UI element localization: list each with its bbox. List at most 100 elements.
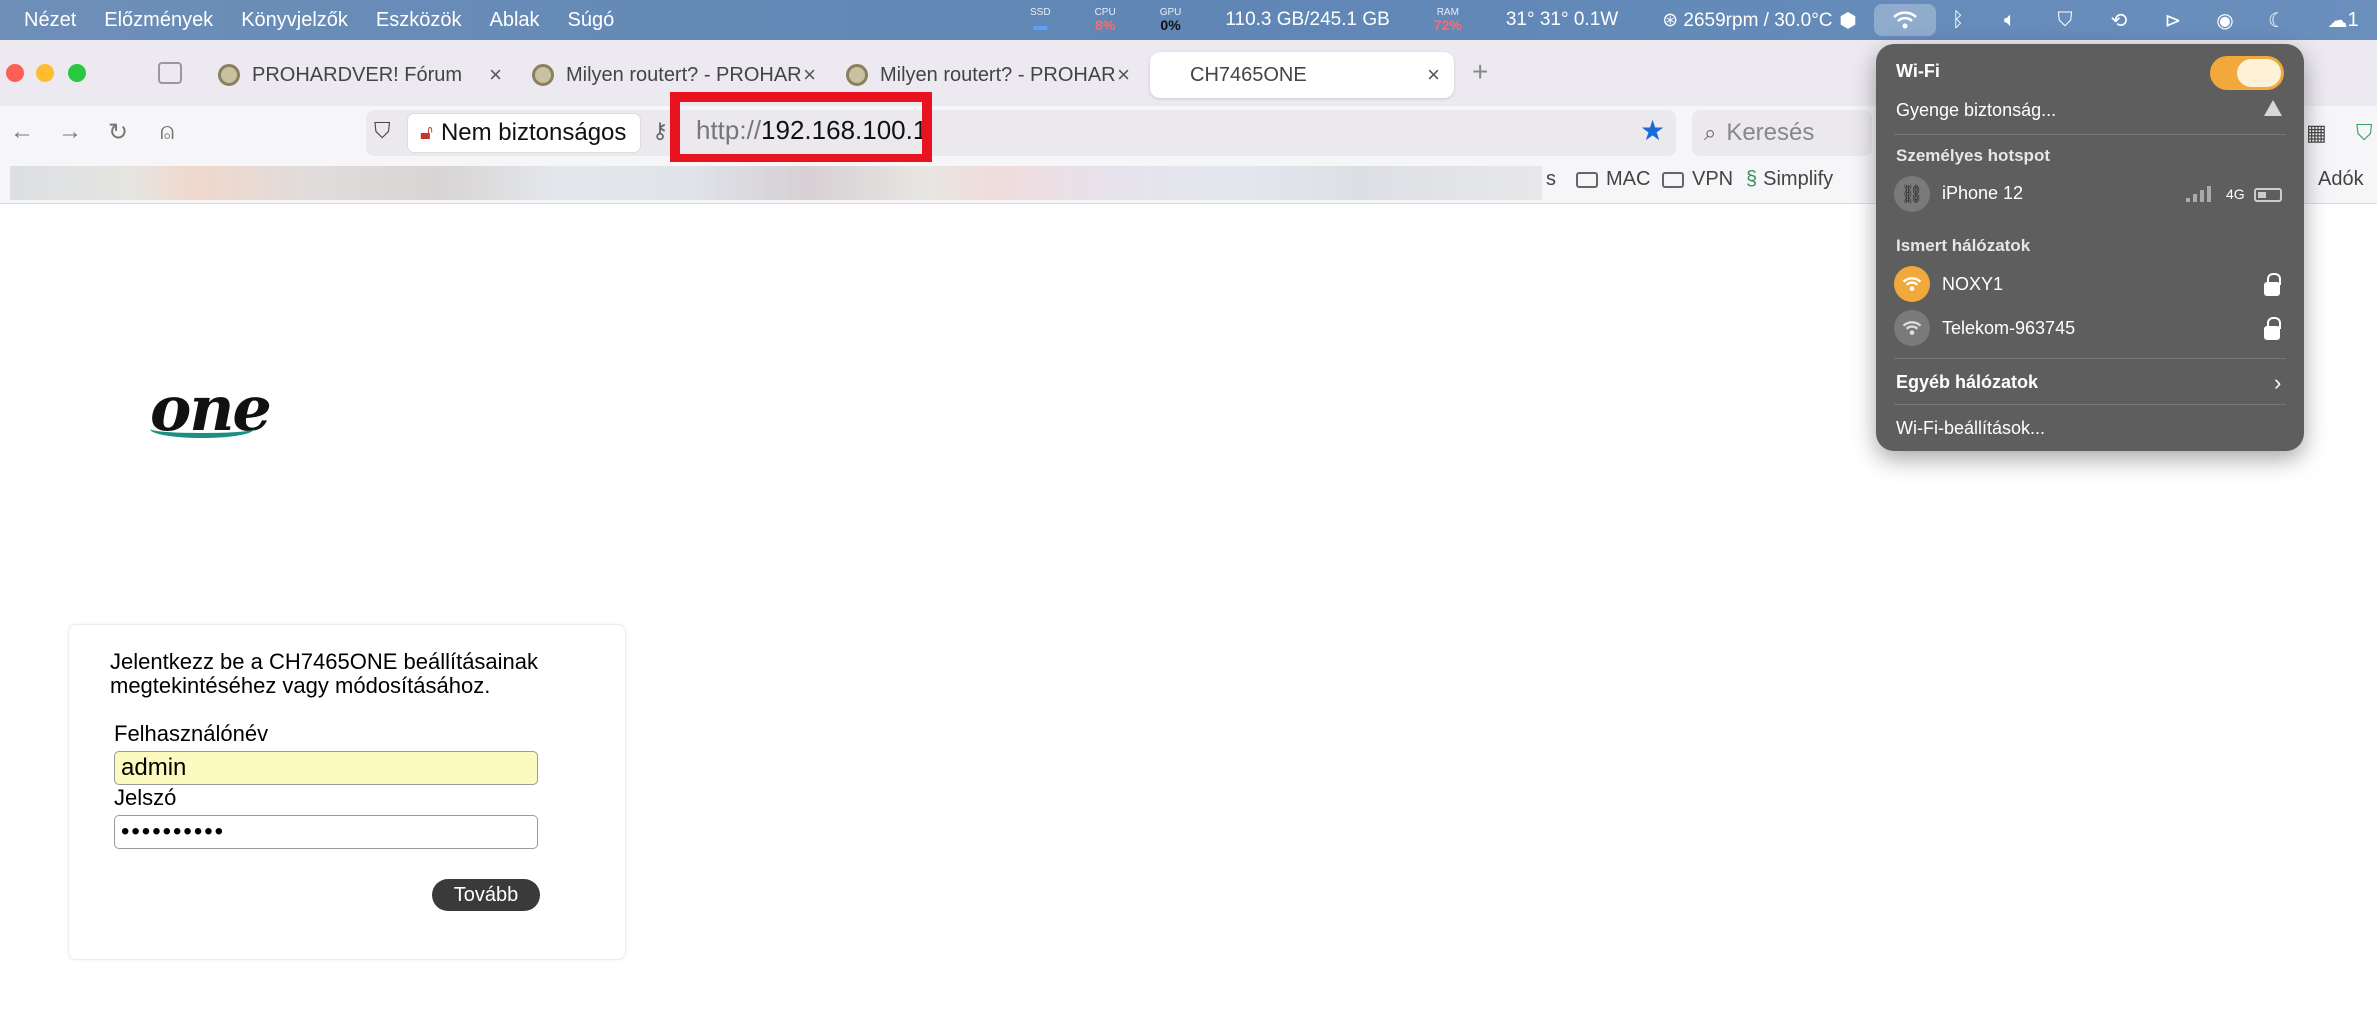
window-minimize-button[interactable] (36, 64, 54, 82)
menu-help[interactable]: Súgó (568, 9, 615, 32)
volume-icon[interactable]: 🔈︎ (1996, 0, 2024, 40)
extension-shield-icon[interactable]: ⛉ (2356, 120, 2373, 146)
logo-swoosh (150, 420, 254, 438)
gpu-value: 0% (1160, 17, 1181, 33)
shield-check-icon[interactable]: ⛉ (2052, 0, 2078, 40)
separator (1894, 358, 2286, 359)
disk-usage[interactable]: 110.3 GB/245.1 GB (1225, 9, 1389, 31)
password-input[interactable] (114, 815, 538, 849)
menu-history[interactable]: Előzmények (104, 9, 213, 32)
url-highlight-annotation (670, 92, 932, 164)
wifi-icon (1894, 310, 1930, 346)
app-menus: Nézet Előzmények Könyvjelzők Eszközök Ab… (0, 9, 642, 32)
window-close-button[interactable] (6, 64, 24, 82)
login-intro-text: Jelentkezz be a CH7465ONE beállításainak… (110, 649, 539, 698)
menu-view[interactable]: Nézet (24, 9, 76, 32)
bookmark-vpn[interactable]: VPN (1662, 168, 1733, 191)
play-circle-icon[interactable]: ⊳ (2160, 0, 2186, 40)
network-telekom[interactable]: Telekom-963745 (1942, 318, 2075, 339)
bookmark-partial[interactable]: s (1546, 168, 1556, 191)
tab-ch7465one[interactable]: CH7465ONE × (1150, 52, 1454, 98)
wifi-toggle[interactable] (2210, 56, 2284, 90)
user-circle-icon[interactable]: ◉ (2212, 0, 2238, 40)
tab-prohardver-forum[interactable]: PROHARDVER! Fórum × (218, 52, 502, 98)
bluetooth-icon[interactable]: ᛒ (1948, 0, 1968, 40)
network-noxy1[interactable]: NOXY1 (1942, 274, 2003, 295)
bookmark-label: Adók (2318, 168, 2364, 190)
favicon-icon (218, 64, 240, 86)
reload-icon[interactable]: ↻ (108, 118, 128, 147)
password-label: Jelszó (114, 785, 177, 810)
username-label: Felhasználónév (114, 721, 269, 746)
key-icon[interactable]: ⚷ (652, 118, 668, 144)
new-tab-button[interactable]: + (1472, 56, 1488, 88)
lock-icon (2264, 273, 2281, 296)
tracking-protection-shield-icon[interactable]: ⛉ (374, 118, 391, 144)
back-arrow-icon[interactable]: ← (10, 118, 34, 146)
menu-bar: Nézet Előzmények Könyvjelzők Eszközök Ab… (0, 0, 2377, 40)
next-button[interactable]: Tovább (432, 879, 540, 911)
simplify-icon: § (1746, 168, 1758, 190)
cpu-value: 8% (1095, 17, 1116, 33)
current-network-status[interactable]: Gyenge biztonság... (1896, 100, 2056, 121)
tab-close-icon[interactable]: × (803, 62, 816, 88)
bookmark-adok[interactable]: Adók (2318, 168, 2364, 191)
wifi-tray-icon[interactable] (1874, 4, 1936, 36)
cloud-icon[interactable]: ☁ 1 (2318, 0, 2368, 40)
search-placeholder: Keresés (1726, 119, 1815, 146)
account-icon[interactable]: ⍝ (160, 118, 174, 146)
menu-tools[interactable]: Eszközök (376, 9, 462, 32)
extensions-grid-icon[interactable]: ▦ (2306, 120, 2327, 146)
folder-icon (1576, 171, 1598, 188)
temperature-readout[interactable]: 31° 31° 0.1W (1506, 9, 1618, 31)
gpu-meter[interactable]: GPU 0% (1160, 8, 1182, 33)
favicon-icon (846, 64, 868, 86)
vpn-tray-icon[interactable]: ⬢ (1836, 0, 1860, 40)
bookmark-simplify[interactable]: § Simplify (1746, 168, 1833, 191)
separator (1894, 134, 2286, 135)
bookmark-mac[interactable]: MAC (1576, 168, 1650, 191)
hotspot-network-type: 4G (2226, 186, 2245, 202)
ssd-meter[interactable]: SSD ▬ (1030, 8, 1051, 33)
not-secure-indicator[interactable]: 🔓︎ Nem biztonságos (408, 114, 641, 152)
not-secure-label: Nem biztonságos (440, 119, 627, 146)
menu-bookmarks[interactable]: Könyvjelzők (241, 9, 348, 32)
bookmark-label: Simplify (1763, 168, 1834, 190)
time-machine-icon[interactable]: ⟲ (2106, 0, 2132, 40)
fan-readout[interactable]: ⊛ 2659rpm / 30.0°C (1662, 9, 1832, 32)
blurred-bookmarks (10, 166, 1542, 200)
other-networks[interactable]: Egyéb hálózatok (1896, 372, 2038, 393)
folder-icon (1662, 171, 1684, 188)
cpu-meter[interactable]: CPU 8% (1095, 8, 1116, 33)
ram-value: 72% (1433, 17, 1462, 33)
username-input[interactable] (114, 751, 538, 785)
wifi-connected-icon (1894, 266, 1930, 302)
chevron-right-icon[interactable]: › (2274, 370, 2281, 396)
hotspot-iphone-12[interactable]: iPhone 12 (1942, 183, 2023, 204)
search-icon: ⌕ (1704, 120, 1717, 145)
tab-close-icon[interactable]: × (489, 62, 502, 88)
cellular-signal-icon (2186, 186, 2211, 202)
wifi-settings-link[interactable]: Wi-Fi-beállítások... (1896, 418, 2045, 439)
tab-overview-icon[interactable] (158, 62, 182, 84)
forward-arrow-icon[interactable]: → (58, 118, 82, 146)
tab-title: Milyen routert? - PROHAR (566, 63, 802, 86)
do-not-disturb-moon-icon[interactable]: ☾ (2264, 0, 2290, 40)
window-maximize-button[interactable] (68, 64, 86, 82)
ram-meter[interactable]: RAM 72% (1433, 8, 1462, 33)
favicon-icon (532, 64, 554, 86)
tab-close-icon[interactable]: × (1427, 62, 1440, 88)
tab-close-icon[interactable]: × (1117, 62, 1130, 88)
broken-lock-icon: 🔓︎ (420, 121, 433, 144)
ssd-bar-icon: ▬ (1033, 17, 1048, 33)
hotspot-header: Személyes hotspot (1896, 146, 2050, 165)
menu-window[interactable]: Ablak (490, 9, 540, 32)
tab-title: CH7465ONE (1190, 63, 1307, 86)
tab-title: PROHARDVER! Fórum (252, 63, 463, 86)
warning-icon (2264, 100, 2282, 116)
bookmark-star-icon[interactable]: ★ (1640, 114, 1665, 147)
search-box[interactable]: ⌕ Keresés (1692, 110, 1872, 156)
tab-title: Milyen routert? - PROHAR (880, 63, 1116, 86)
known-networks-header: Ismert hálózatok (1896, 236, 2031, 255)
separator (1894, 404, 2286, 405)
